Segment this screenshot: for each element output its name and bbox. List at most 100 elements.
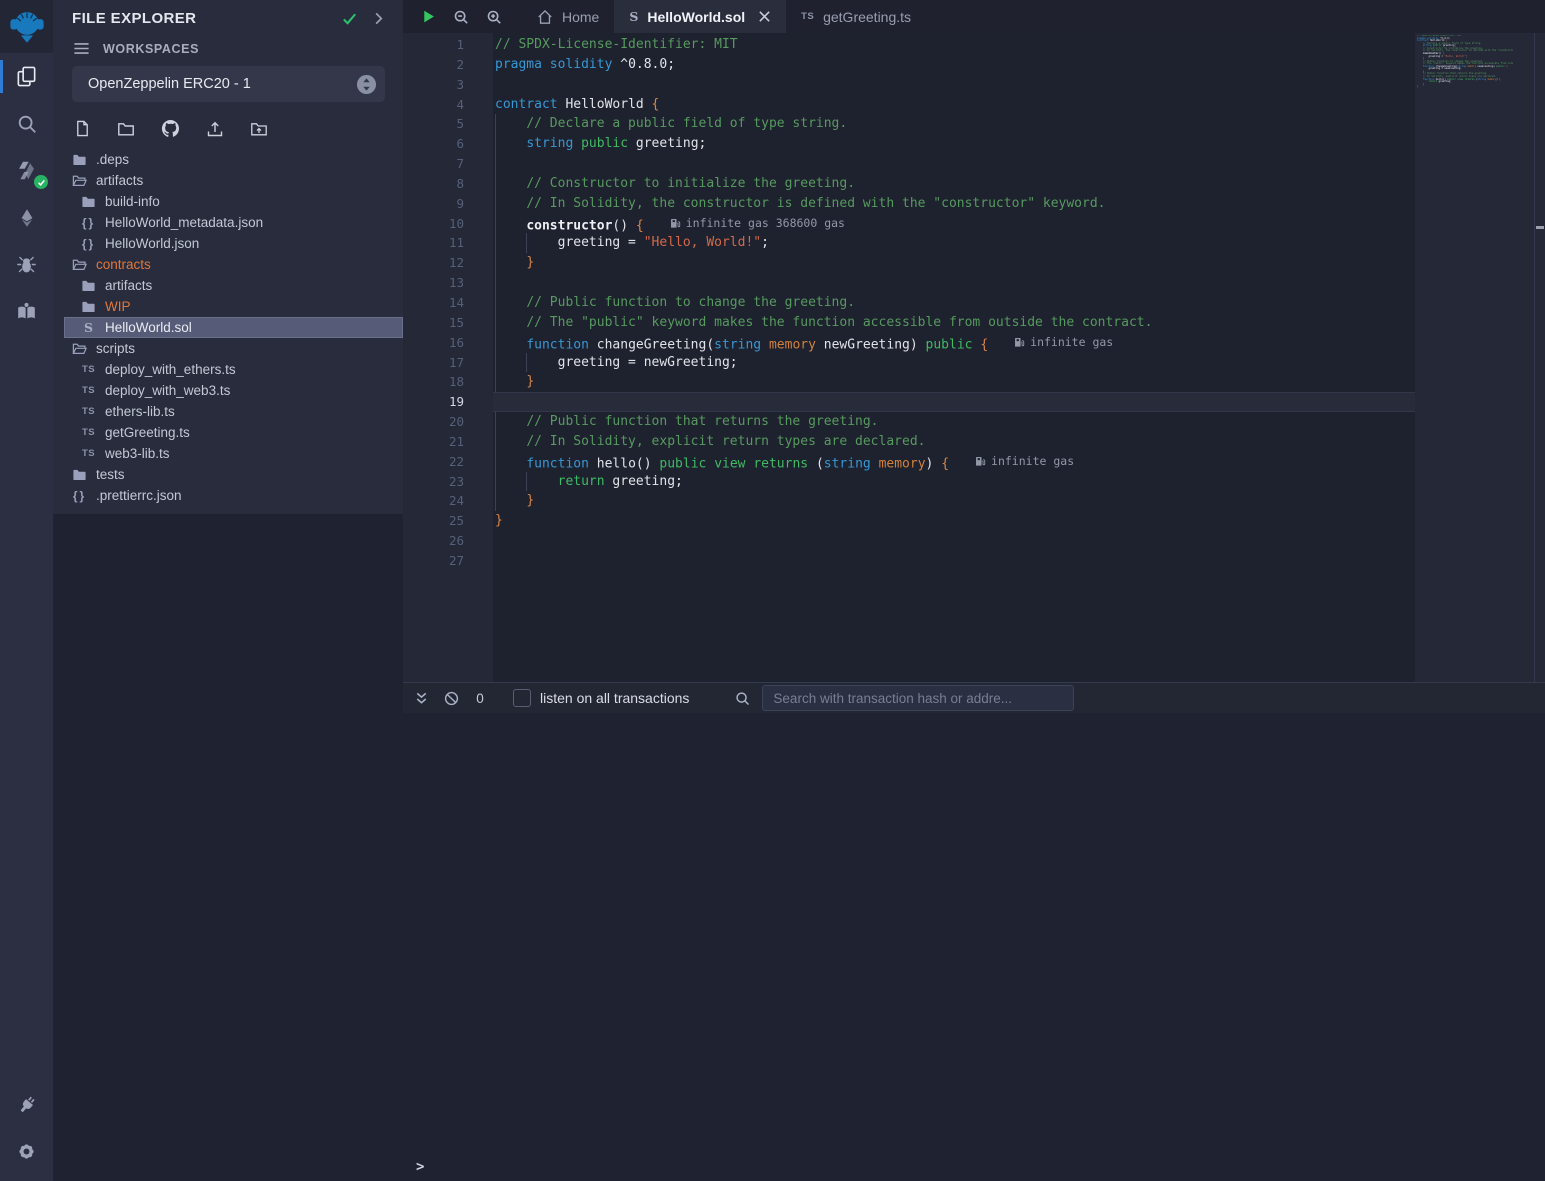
line-number[interactable]: 3 bbox=[403, 75, 493, 95]
tree-item--prettierrc-json[interactable]: {}.prettierrc.json bbox=[53, 485, 403, 506]
line-number[interactable]: 24 bbox=[403, 491, 493, 511]
terminal-prompt[interactable]: > bbox=[416, 1159, 424, 1175]
code-line[interactable]: // In Solidity, explicit return types ar… bbox=[493, 432, 1415, 452]
listen-transactions-label[interactable]: listen on all transactions bbox=[540, 690, 689, 706]
code-line[interactable]: // Public function to change the greetin… bbox=[493, 293, 1415, 313]
code-line[interactable]: // Public function that returns the gree… bbox=[493, 412, 1415, 432]
workspace-select[interactable]: OpenZeppelin ERC20 - 1 bbox=[72, 66, 385, 102]
tree-item-helloworld-json[interactable]: {}HelloWorld.json bbox=[53, 233, 403, 254]
line-number[interactable]: 13 bbox=[403, 273, 493, 293]
code-line[interactable]: // Constructor to initialize the greetin… bbox=[493, 174, 1415, 194]
code-line[interactable] bbox=[493, 75, 1415, 95]
activity-item-search[interactable] bbox=[0, 100, 53, 147]
line-number[interactable]: 20 bbox=[403, 412, 493, 432]
zoom-out-icon[interactable] bbox=[453, 9, 469, 25]
line-number[interactable]: 11 bbox=[403, 233, 493, 253]
line-number[interactable]: 4 bbox=[403, 95, 493, 115]
code-line[interactable]: function hello() public view returns (st… bbox=[493, 452, 1415, 472]
activity-item-learn[interactable] bbox=[0, 288, 53, 335]
create-new-folder-icon[interactable] bbox=[117, 120, 135, 138]
code-line[interactable]: // Declare a public field of type string… bbox=[493, 114, 1415, 134]
activity-item-settings[interactable] bbox=[0, 1128, 53, 1175]
code-line[interactable]: // In Solidity, the constructor is defin… bbox=[493, 194, 1415, 214]
tree-item-web3-lib-ts[interactable]: TSweb3-lib.ts bbox=[53, 443, 403, 464]
tab-helloworld-sol[interactable]: SHelloWorld.sol bbox=[614, 0, 786, 33]
line-number[interactable]: 6 bbox=[403, 134, 493, 154]
code-line[interactable] bbox=[493, 531, 1415, 551]
panel-expand-icon[interactable] bbox=[371, 11, 386, 26]
tree-item-ethers-lib-ts[interactable]: TSethers-lib.ts bbox=[53, 401, 403, 422]
line-number[interactable]: 17 bbox=[403, 353, 493, 373]
code-line[interactable]: } bbox=[493, 491, 1415, 511]
terminal-content[interactable]: > bbox=[403, 713, 1545, 1181]
tree-item-artifacts[interactable]: artifacts bbox=[53, 170, 403, 191]
tree-item-deploy-with-web3-ts[interactable]: TSdeploy_with_web3.ts bbox=[53, 380, 403, 401]
code-line[interactable]: function changeGreeting(string memory ne… bbox=[493, 333, 1415, 353]
activity-item-debugger[interactable] bbox=[0, 241, 53, 288]
tree-item-contracts[interactable]: contracts bbox=[53, 254, 403, 275]
clone-git-repository-icon[interactable] bbox=[161, 119, 180, 138]
code-line[interactable] bbox=[493, 273, 1415, 293]
code-line[interactable]: greeting = "Hello, World!"; bbox=[493, 233, 1415, 253]
line-number[interactable]: 19 bbox=[403, 392, 493, 412]
activity-item-file-explorer[interactable] bbox=[0, 53, 53, 100]
code-line[interactable] bbox=[493, 551, 1415, 571]
zoom-in-icon[interactable] bbox=[486, 9, 502, 25]
tree-item--deps[interactable]: .deps bbox=[53, 149, 403, 170]
line-number[interactable]: 21 bbox=[403, 432, 493, 452]
tree-item-deploy-with-ethers-ts[interactable]: TSdeploy_with_ethers.ts bbox=[53, 359, 403, 380]
tab-home[interactable]: Home bbox=[522, 0, 614, 33]
line-number[interactable]: 5 bbox=[403, 114, 493, 134]
line-number[interactable]: 10 bbox=[403, 214, 493, 234]
tree-item-helloworld-metadata-json[interactable]: {}HelloWorld_metadata.json bbox=[53, 212, 403, 233]
line-number[interactable]: 15 bbox=[403, 313, 493, 333]
line-number[interactable]: 16 bbox=[403, 333, 493, 353]
line-number[interactable]: 14 bbox=[403, 293, 493, 313]
scrollbar-indicator[interactable] bbox=[1536, 226, 1544, 229]
tree-item-getgreeting-ts[interactable]: TSgetGreeting.ts bbox=[53, 422, 403, 443]
terminal-search-input[interactable] bbox=[762, 685, 1074, 711]
line-number[interactable]: 8 bbox=[403, 174, 493, 194]
tree-item-artifacts[interactable]: artifacts bbox=[53, 275, 403, 296]
code-line[interactable]: } bbox=[493, 372, 1415, 392]
code-line[interactable]: pragma solidity ^0.8.0; bbox=[493, 55, 1415, 75]
run-script-icon[interactable] bbox=[421, 9, 436, 24]
tree-item-helloworld-sol[interactable]: SHelloWorld.sol bbox=[64, 317, 403, 338]
activity-item-solidity-compiler[interactable] bbox=[0, 147, 53, 194]
minimap[interactable]: // SPDX-License-Identifier: MITpragma so… bbox=[1417, 35, 1513, 89]
code-line[interactable]: // SPDX-License-Identifier: MIT bbox=[493, 35, 1415, 55]
activity-item-deploy-and-run[interactable] bbox=[0, 194, 53, 241]
code-line[interactable]: constructor() {infinite gas 368600 gas bbox=[493, 214, 1415, 234]
line-number[interactable]: 2 bbox=[403, 55, 493, 75]
code-line[interactable]: greeting = newGreeting; bbox=[493, 353, 1415, 373]
close-icon[interactable] bbox=[758, 10, 771, 23]
upload-folder-icon[interactable] bbox=[250, 120, 268, 138]
tree-item-scripts[interactable]: scripts bbox=[53, 338, 403, 359]
line-number[interactable]: 9 bbox=[403, 194, 493, 214]
code-editor[interactable]: 1234567891011121314151617181920212223242… bbox=[403, 33, 1545, 682]
line-number[interactable]: 25 bbox=[403, 511, 493, 531]
editor-code-area[interactable]: // SPDX-License-Identifier: MITpragma so… bbox=[493, 33, 1415, 682]
line-number[interactable]: 22 bbox=[403, 452, 493, 472]
code-line[interactable] bbox=[493, 154, 1415, 174]
terminal-clear-icon[interactable] bbox=[444, 691, 459, 706]
tree-item-wip[interactable]: WIP bbox=[53, 296, 403, 317]
line-number[interactable]: 23 bbox=[403, 472, 493, 492]
activity-item-plugin-manager[interactable] bbox=[0, 1081, 53, 1128]
code-line[interactable]: // The "public" keyword makes the functi… bbox=[493, 313, 1415, 333]
code-line[interactable]: contract HelloWorld { bbox=[493, 95, 1415, 115]
line-number[interactable]: 1 bbox=[403, 35, 493, 55]
tree-item-tests[interactable]: tests bbox=[53, 464, 403, 485]
tree-item-build-info[interactable]: build-info bbox=[53, 191, 403, 212]
workspaces-menu-icon[interactable] bbox=[73, 40, 90, 57]
upload-files-icon[interactable] bbox=[206, 120, 224, 138]
code-line[interactable]: } bbox=[493, 253, 1415, 273]
tab-getgreeting-ts[interactable]: TSgetGreeting.ts bbox=[786, 0, 926, 33]
code-line[interactable]: } bbox=[493, 511, 1415, 531]
panel-check-icon[interactable] bbox=[341, 10, 358, 27]
line-number[interactable]: 26 bbox=[403, 531, 493, 551]
create-new-file-icon[interactable] bbox=[74, 120, 91, 137]
line-number[interactable]: 12 bbox=[403, 253, 493, 273]
line-number[interactable]: 27 bbox=[403, 551, 493, 571]
remix-logo[interactable] bbox=[0, 0, 53, 53]
